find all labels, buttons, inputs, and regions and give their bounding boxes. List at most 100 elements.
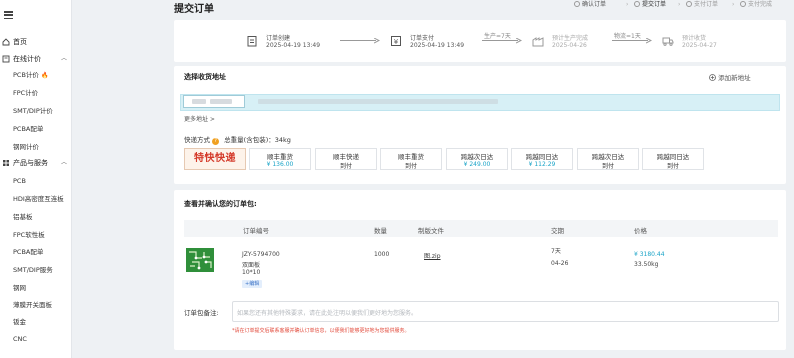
board-size: 10*10 bbox=[242, 269, 261, 276]
sidebar-item-label: 首页 bbox=[13, 38, 27, 46]
lead-time-date: 04-26 bbox=[551, 260, 569, 267]
step-label: 支付订单 bbox=[694, 1, 719, 8]
shipping-option[interactable]: 跨越同日达 ¥ 112.29 bbox=[511, 148, 573, 170]
col-header-lead-time: 交期 bbox=[551, 227, 564, 235]
progress-date: 2025-04-19 13:49 bbox=[266, 42, 321, 49]
step-confirm: 确认订单 bbox=[574, 0, 606, 9]
step-label: 支付完成 bbox=[748, 1, 773, 8]
shipping-option[interactable]: 顺丰快递 到付 bbox=[315, 148, 377, 170]
more-addresses-link[interactable]: 更多地址 > bbox=[184, 114, 215, 123]
add-address-label: 添加新地址 bbox=[718, 74, 751, 82]
shipping-option-name: 跨越同日达 bbox=[656, 153, 690, 161]
progress-date: 2025-04-19 13:49 bbox=[410, 42, 465, 49]
step-circle-icon bbox=[686, 1, 692, 7]
step-circle-icon bbox=[740, 1, 746, 7]
shipping-option-price: 到付 bbox=[666, 163, 679, 170]
sidebar-group-pricing[interactable]: 在线计价 ︿ bbox=[0, 52, 72, 66]
menu-icon[interactable] bbox=[4, 11, 13, 20]
order-card bbox=[174, 190, 786, 350]
sidebar-item-pcba[interactable]: PCBA配单 bbox=[13, 245, 43, 259]
add-address-button[interactable]: 添加新地址 bbox=[709, 72, 751, 82]
edit-tag[interactable]: +编辑 bbox=[242, 280, 263, 288]
sidebar-item-stencil[interactable]: 钢网 bbox=[13, 281, 26, 295]
chevron-up-icon: ︿ bbox=[61, 159, 68, 166]
pcb-thumbnail bbox=[186, 248, 214, 272]
shipping-option-price: ¥ 136.00 bbox=[266, 161, 294, 168]
sidebar-item-label: PCB计价 bbox=[13, 71, 39, 79]
shipping-option[interactable]: 跨越次日达 ¥ 249.00 bbox=[446, 148, 508, 170]
shipping-option-name: 跨越次日达 bbox=[460, 153, 494, 161]
sidebar-item-fpc[interactable]: FPC软性板 bbox=[13, 228, 45, 242]
shipping-option-price: 到付 bbox=[404, 163, 417, 170]
shipping-option-price: ¥ 249.00 bbox=[463, 161, 491, 168]
col-header-qty: 数量 bbox=[374, 227, 387, 235]
shipping-method-label: 快递方式 ? 总重量(含包装)：34kg bbox=[184, 134, 291, 145]
sidebar-item-smt[interactable]: SMT/DIP服务 bbox=[13, 263, 53, 277]
shipping-option[interactable]: 跨越同日达 到付 bbox=[642, 148, 704, 170]
sidebar-item-membrane[interactable]: 薄膜开关面板 bbox=[13, 298, 52, 312]
shipping-option[interactable]: 顺丰重货 到付 bbox=[380, 148, 442, 170]
chevron-right-icon: › bbox=[732, 1, 735, 8]
remark-input[interactable]: 如果您还有其他特殊要求，请在此处注明以便我们更好地为您服务。 bbox=[232, 301, 779, 322]
progress-arrow-production: 生产=7天 bbox=[482, 33, 522, 44]
shipping-option-name: 顺丰快递 bbox=[333, 153, 359, 161]
sidebar-group-products[interactable]: 产品与服务 ︿ bbox=[0, 156, 72, 170]
progress-arrow bbox=[340, 38, 380, 44]
truck-icon bbox=[662, 37, 674, 46]
sidebar-item-pcb[interactable]: PCB bbox=[13, 174, 26, 188]
progress-date: 2025-04-26 bbox=[552, 42, 587, 49]
step-done: 支付完成 bbox=[740, 0, 772, 9]
shipping-option-name: 跨越同日达 bbox=[525, 153, 559, 161]
factory-icon bbox=[532, 37, 544, 47]
arrow-right-icon bbox=[374, 38, 380, 44]
shipping-option-price: 到付 bbox=[339, 163, 352, 170]
sidebar-item-aluminum[interactable]: 铝基板 bbox=[13, 210, 33, 224]
arrow-right-icon bbox=[516, 38, 522, 44]
remark-note: *请在订单提交后联系客服并确认订单信息，以便我们能够更好地为您提供服务。 bbox=[232, 328, 410, 334]
col-header-order-no: 订单编号 bbox=[243, 227, 269, 235]
sidebar-item-stencil-pricing[interactable]: 钢网计价 bbox=[13, 140, 39, 154]
remark-placeholder: 如果您还有其他特殊要求，请在此处注明以便我们更好地为您服务。 bbox=[237, 310, 418, 317]
calculator-icon bbox=[2, 55, 10, 63]
order-weight: 33.50kg bbox=[634, 261, 659, 268]
express-logo[interactable]: 特快快递 bbox=[184, 148, 246, 170]
sidebar-group-label: 产品与服务 bbox=[13, 159, 48, 167]
progress-title: 预计生产完成 bbox=[552, 35, 589, 42]
shipping-option-name: 顺丰重货 bbox=[398, 153, 424, 161]
redacted-name bbox=[192, 99, 206, 104]
board-type: 双面板 bbox=[242, 262, 261, 269]
shipping-option[interactable]: 跨越次日达 到付 bbox=[577, 148, 639, 170]
shipping-option[interactable]: 顺丰重货 ¥ 136.00 bbox=[249, 148, 311, 170]
sidebar-item-pcb-pricing[interactable]: PCB计价 🔥 bbox=[13, 68, 48, 82]
step-label: 确认订单 bbox=[582, 1, 607, 8]
progress-date: 2025-04-27 bbox=[682, 42, 717, 49]
sidebar-item-sheet-metal[interactable]: 钣金 bbox=[13, 315, 26, 329]
progress-arrow-logistics: 物流=1天 bbox=[612, 33, 652, 44]
address-section-title: 选择收货地址 bbox=[184, 73, 226, 81]
sidebar-item-fpc-pricing[interactable]: FPC计价 bbox=[13, 86, 38, 100]
lead-time-days: 7天 bbox=[551, 248, 561, 255]
home-icon bbox=[2, 38, 10, 46]
gerber-file-link[interactable]: 图.zip bbox=[424, 251, 441, 260]
shipping-weight: 总重量(含包装)：34kg bbox=[224, 136, 291, 144]
sidebar-item-home[interactable]: 首页 bbox=[0, 35, 72, 49]
sidebar: 首页 在线计价 ︿ PCB计价 🔥 FPC计价 SMT/DIP计价 PCBA配单… bbox=[0, 0, 72, 358]
sidebar-group-label: 在线计价 bbox=[13, 55, 41, 63]
sidebar-item-hdi[interactable]: HDI高密度互连板 bbox=[13, 192, 64, 206]
step-circle-icon bbox=[574, 1, 580, 7]
plus-circle-icon bbox=[709, 74, 716, 81]
step-pay: 支付订单 bbox=[686, 0, 718, 9]
yen-receipt-icon: ¥ bbox=[391, 36, 401, 46]
chevron-right-icon: › bbox=[626, 1, 629, 8]
step-circle-icon bbox=[634, 1, 640, 7]
col-header-price: 价格 bbox=[634, 227, 647, 235]
chevron-up-icon: ︿ bbox=[61, 55, 68, 62]
help-icon[interactable]: ? bbox=[212, 138, 220, 145]
sidebar-item-cnc[interactable]: CNC bbox=[13, 332, 27, 346]
sidebar-item-pcba-quote[interactable]: PCBA配单 bbox=[13, 122, 43, 136]
shipping-option-price: 到付 bbox=[601, 163, 614, 170]
chevron-right-icon: › bbox=[678, 1, 681, 8]
svg-text:¥: ¥ bbox=[394, 38, 399, 46]
order-section-title: 查看并确认您的订单包: bbox=[184, 200, 257, 208]
sidebar-item-smt-pricing[interactable]: SMT/DIP计价 bbox=[13, 104, 53, 118]
